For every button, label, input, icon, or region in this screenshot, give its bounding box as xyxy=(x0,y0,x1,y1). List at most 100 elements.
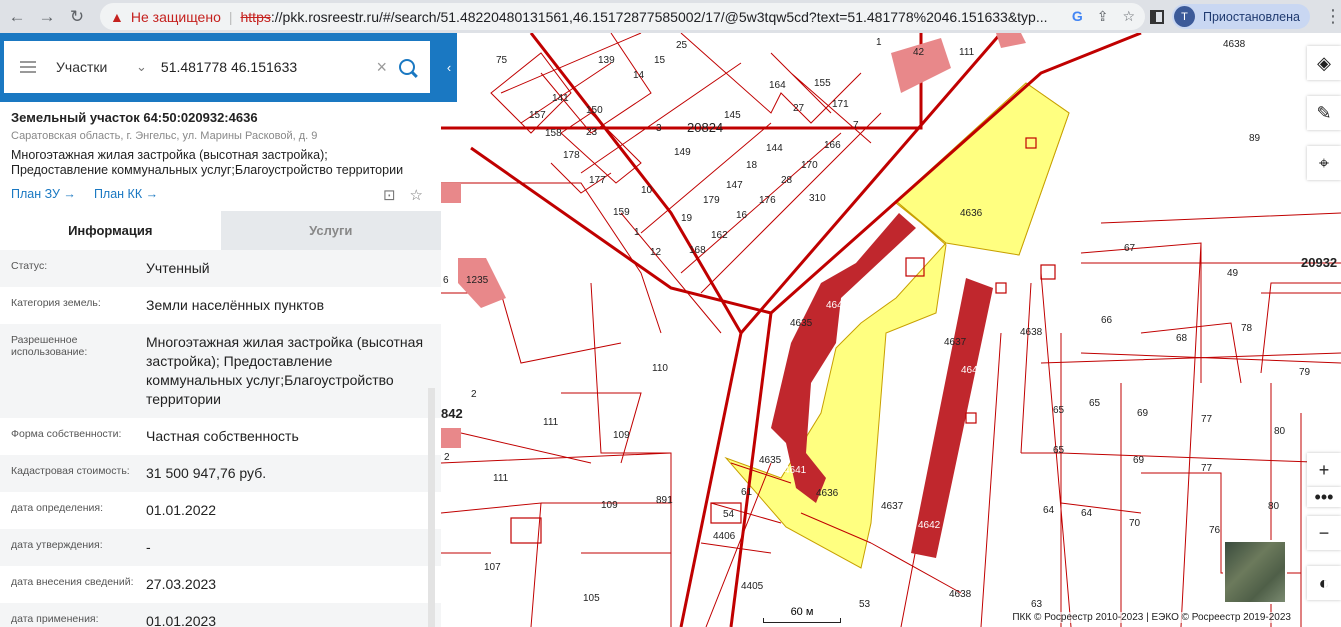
map-label-80: 80 xyxy=(1274,426,1286,437)
map-label-171: 171 xyxy=(832,99,849,110)
row-value: 01.01.2022 xyxy=(146,502,217,518)
url-scheme[interactable]: https xyxy=(241,9,271,25)
map-label-164: 164 xyxy=(769,80,786,91)
map-attribution: ПКК © Росреестр 2010-2023 | ЕЭКО © Росре… xyxy=(1012,612,1291,623)
map-label-109-b: 109 xyxy=(601,500,618,511)
row-value: - xyxy=(146,539,151,555)
chevron-down-icon[interactable]: ⌄ xyxy=(136,59,147,75)
map-label-64: 64 xyxy=(1043,505,1055,516)
zoom-out-button[interactable]: − xyxy=(1307,516,1341,550)
plan-zu-link[interactable]: План ЗУ → xyxy=(11,187,76,208)
map-label-177: 177 xyxy=(589,175,606,186)
row-value: Учтенный xyxy=(146,260,210,276)
map-label-4641: 4641 xyxy=(826,300,849,311)
map-label-16: 16 xyxy=(736,210,748,221)
ruler-icon[interactable]: ✎ xyxy=(1307,96,1341,130)
zoom-in-button[interactable]: + xyxy=(1307,453,1341,487)
map-label-70: 70 xyxy=(1129,518,1141,529)
map-label-4642-b: 4642 xyxy=(918,520,941,531)
table-row: Разрешенное использование: Многоэтажная … xyxy=(0,324,441,418)
table-row: дата применения: 01.01.2023 xyxy=(0,603,441,627)
map-label-15: 15 xyxy=(654,55,666,66)
map-label-4635-b: 4635 xyxy=(759,455,782,466)
row-value: 01.01.2023 xyxy=(146,613,217,627)
map-label-157: 157 xyxy=(529,110,546,121)
attribute-table: Статус: Учтенный Категория земель: Земли… xyxy=(0,250,441,627)
row-key: Разрешенное использование: xyxy=(11,334,88,358)
menu-dots-icon[interactable]: ⋮ xyxy=(1324,6,1341,27)
info-panel: Участки ⌄ 51.481778 46.151633 × Земельны… xyxy=(0,33,441,627)
road-line xyxy=(679,332,743,627)
parcel-address: Саратовская область, г. Энгельс, ул. Мар… xyxy=(11,130,318,142)
table-row: Категория земель: Земли населённых пункт… xyxy=(0,287,441,324)
search-type-select[interactable]: Участки xyxy=(56,59,136,75)
map-label-27: 27 xyxy=(793,103,805,114)
address-bar[interactable]: ▲ Не защищено | https ://pkk.rosreestr.r… xyxy=(100,3,1145,30)
map-label-4638: 4638 xyxy=(1020,327,1043,338)
map-label-66: 66 xyxy=(1101,315,1113,326)
share-icon[interactable]: ⇪ xyxy=(1097,8,1109,25)
zoom-more-icon[interactable]: ••• xyxy=(1307,487,1341,507)
avatar: Т xyxy=(1174,6,1195,27)
google-translate-icon[interactable]: G xyxy=(1072,8,1083,25)
bookmark-star-icon[interactable]: ☆ xyxy=(1122,8,1135,25)
forward-icon[interactable]: → xyxy=(34,4,60,30)
map-label-105: 105 xyxy=(583,593,600,604)
map-label-69-b: 69 xyxy=(1133,455,1145,466)
tab-information[interactable]: Информация xyxy=(0,211,221,250)
menu-icon[interactable] xyxy=(20,61,36,73)
favorite-star-icon[interactable]: ☆ xyxy=(410,186,423,204)
scrollbar[interactable] xyxy=(428,388,435,627)
building-4637[interactable] xyxy=(911,278,993,558)
map-label-1: 1 xyxy=(876,37,882,48)
profile-chip[interactable]: Т Приостановлена xyxy=(1172,4,1310,29)
search-input[interactable]: 51.481778 46.151633 xyxy=(161,59,377,75)
table-row: дата утверждения: - xyxy=(0,529,441,566)
map-label-76: 76 xyxy=(1209,525,1221,536)
map-label-170: 170 xyxy=(801,160,818,171)
row-key: Статус: xyxy=(11,260,48,272)
tab-services[interactable]: Услуги xyxy=(220,211,441,250)
map-label-69: 69 xyxy=(1137,408,1149,419)
zoom-to-parcel-icon[interactable]: ⊡ xyxy=(383,186,396,204)
map-label-77-b: 77 xyxy=(1201,463,1213,474)
search-icon[interactable] xyxy=(399,59,415,75)
url-text[interactable]: ://pkk.rosreestr.ru/#/search/51.48220480… xyxy=(271,9,1061,25)
plan-kk-link[interactable]: План КК → xyxy=(94,187,158,208)
map-label-53: 53 xyxy=(859,599,871,610)
cadastral-map[interactable]: 4636 4636 4635 4635 4637 4637 4638 4638 … xyxy=(441,33,1341,627)
map-label-149: 149 xyxy=(674,147,691,158)
collapse-panel-button[interactable]: ‹ xyxy=(441,33,457,102)
row-value: Частная собственность xyxy=(146,428,299,444)
back-icon[interactable]: ← xyxy=(4,4,30,30)
map-label-4635: 4635 xyxy=(790,318,813,329)
map-label-20824: 20824 xyxy=(687,120,723,135)
map-label-54: 54 xyxy=(723,509,735,520)
warning-icon[interactable]: ▲ xyxy=(110,9,124,25)
clear-icon[interactable]: × xyxy=(376,57,387,78)
row-value: Многоэтажная жилая застройка (высотная з… xyxy=(146,334,424,407)
map-label-64-b: 64 xyxy=(1081,508,1093,519)
building-small xyxy=(441,183,461,203)
table-row: Статус: Учтенный xyxy=(0,250,441,287)
map-label-61: 61 xyxy=(741,487,753,498)
parcel-use-line: Предоставление коммунальных услуг;Благоу… xyxy=(11,163,404,177)
satellite-layer-thumbnail[interactable] xyxy=(1223,540,1287,604)
map-label-63: 63 xyxy=(1031,599,1043,610)
map-label-68: 68 xyxy=(1176,333,1188,344)
map-label-147: 147 xyxy=(726,180,743,191)
map-label-145: 145 xyxy=(724,110,741,121)
plan-links: План ЗУ → План КК → ⊡ ☆ xyxy=(0,178,441,208)
map-label-4638-b: 4638 xyxy=(949,589,972,600)
map-label-23: 23 xyxy=(586,127,598,138)
map-label-65: 65 xyxy=(1053,405,1065,416)
map-label-77: 77 xyxy=(1201,414,1213,425)
insecure-label[interactable]: Не защищено xyxy=(131,9,221,25)
map-label-144: 144 xyxy=(766,143,783,154)
locate-icon[interactable]: ⌖ xyxy=(1307,146,1341,180)
side-panel-icon[interactable] xyxy=(1150,9,1164,24)
layers-icon[interactable]: ◈ xyxy=(1307,46,1341,80)
map-canvas[interactable]: 4636 4636 4635 4635 4637 4637 4638 4638 … xyxy=(441,33,1341,627)
reload-icon[interactable]: ↻ xyxy=(64,4,90,30)
compass-icon[interactable]: ◐ xyxy=(1307,566,1341,600)
